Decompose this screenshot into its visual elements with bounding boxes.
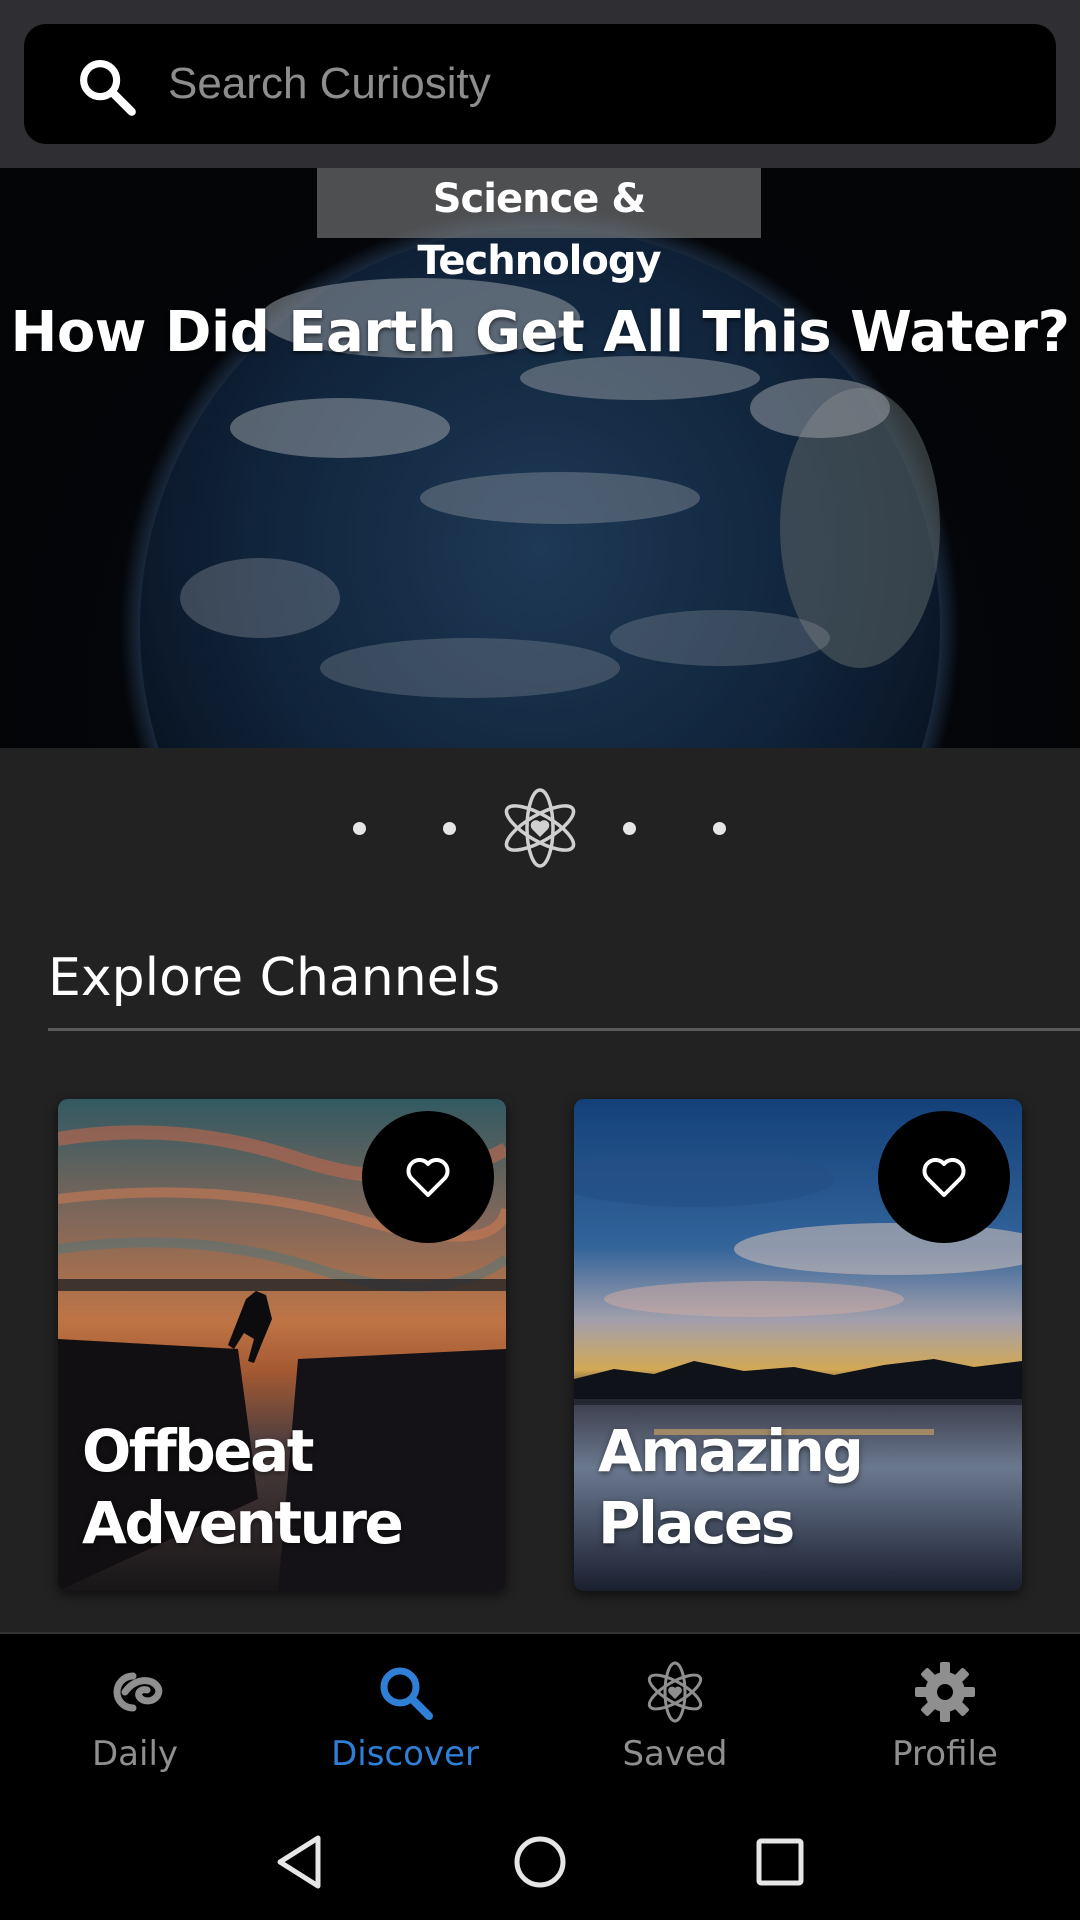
gear-icon: [915, 1662, 975, 1722]
pager-dot[interactable]: [623, 822, 636, 835]
search-icon: [80, 60, 136, 116]
nav-label: Profile: [892, 1734, 998, 1774]
section-divider: [48, 1028, 1080, 1031]
nav-item-discover[interactable]: Discover: [270, 1634, 540, 1802]
channel-card-offbeat-adventure[interactable]: Offbeat Adventure: [58, 1099, 506, 1591]
search-bar[interactable]: Search Curiosity: [24, 24, 1056, 144]
favorite-button[interactable]: [878, 1111, 1010, 1243]
nav-item-profile[interactable]: Profile: [810, 1634, 1080, 1802]
search-placeholder[interactable]: Search Curiosity: [168, 24, 491, 144]
curiosity-logo-icon: [113, 1672, 163, 1712]
channel-label: Offbeat Adventure: [82, 1415, 404, 1559]
heart-outline-icon: [922, 1158, 966, 1197]
favorite-button[interactable]: [362, 1111, 494, 1243]
search-header: Search Curiosity: [0, 0, 1080, 168]
pager-dot[interactable]: [353, 822, 366, 835]
atom-heart-icon: [647, 1661, 703, 1723]
recents-icon[interactable]: [750, 1832, 810, 1892]
heart-outline-icon: [406, 1158, 450, 1197]
nav-label: Saved: [622, 1734, 728, 1774]
search-icon: [380, 1667, 433, 1720]
system-navigation-bar: [0, 1800, 1080, 1920]
pager-dot[interactable]: [443, 822, 456, 835]
nav-item-daily[interactable]: Daily: [0, 1634, 270, 1802]
atom-heart-icon[interactable]: [500, 785, 580, 871]
hero-banner[interactable]: Science & Technology How Did Earth Get A…: [0, 168, 1080, 748]
channel-label-line: Amazing Places: [598, 1417, 864, 1557]
pager-dot[interactable]: [713, 822, 726, 835]
nav-label: Daily: [91, 1734, 179, 1774]
hero-title[interactable]: How Did Earth Get All This Water?: [0, 300, 1080, 365]
channel-label-line: Offbeat: [82, 1417, 315, 1485]
bottom-navigation: Daily Discover Saved Profile: [0, 1632, 1080, 1800]
category-tag[interactable]: Science & Technology: [317, 168, 761, 284]
nav-label: Discover: [331, 1734, 479, 1774]
nav-item-saved[interactable]: Saved: [540, 1634, 810, 1802]
back-icon[interactable]: [270, 1832, 330, 1892]
home-icon[interactable]: [510, 1832, 570, 1892]
channel-label: Amazing Places: [598, 1415, 1022, 1559]
channel-label-line: Adventure: [82, 1489, 404, 1557]
section-title: Explore Channels: [48, 948, 501, 1008]
channel-card-amazing-places[interactable]: Amazing Places: [574, 1099, 1022, 1591]
